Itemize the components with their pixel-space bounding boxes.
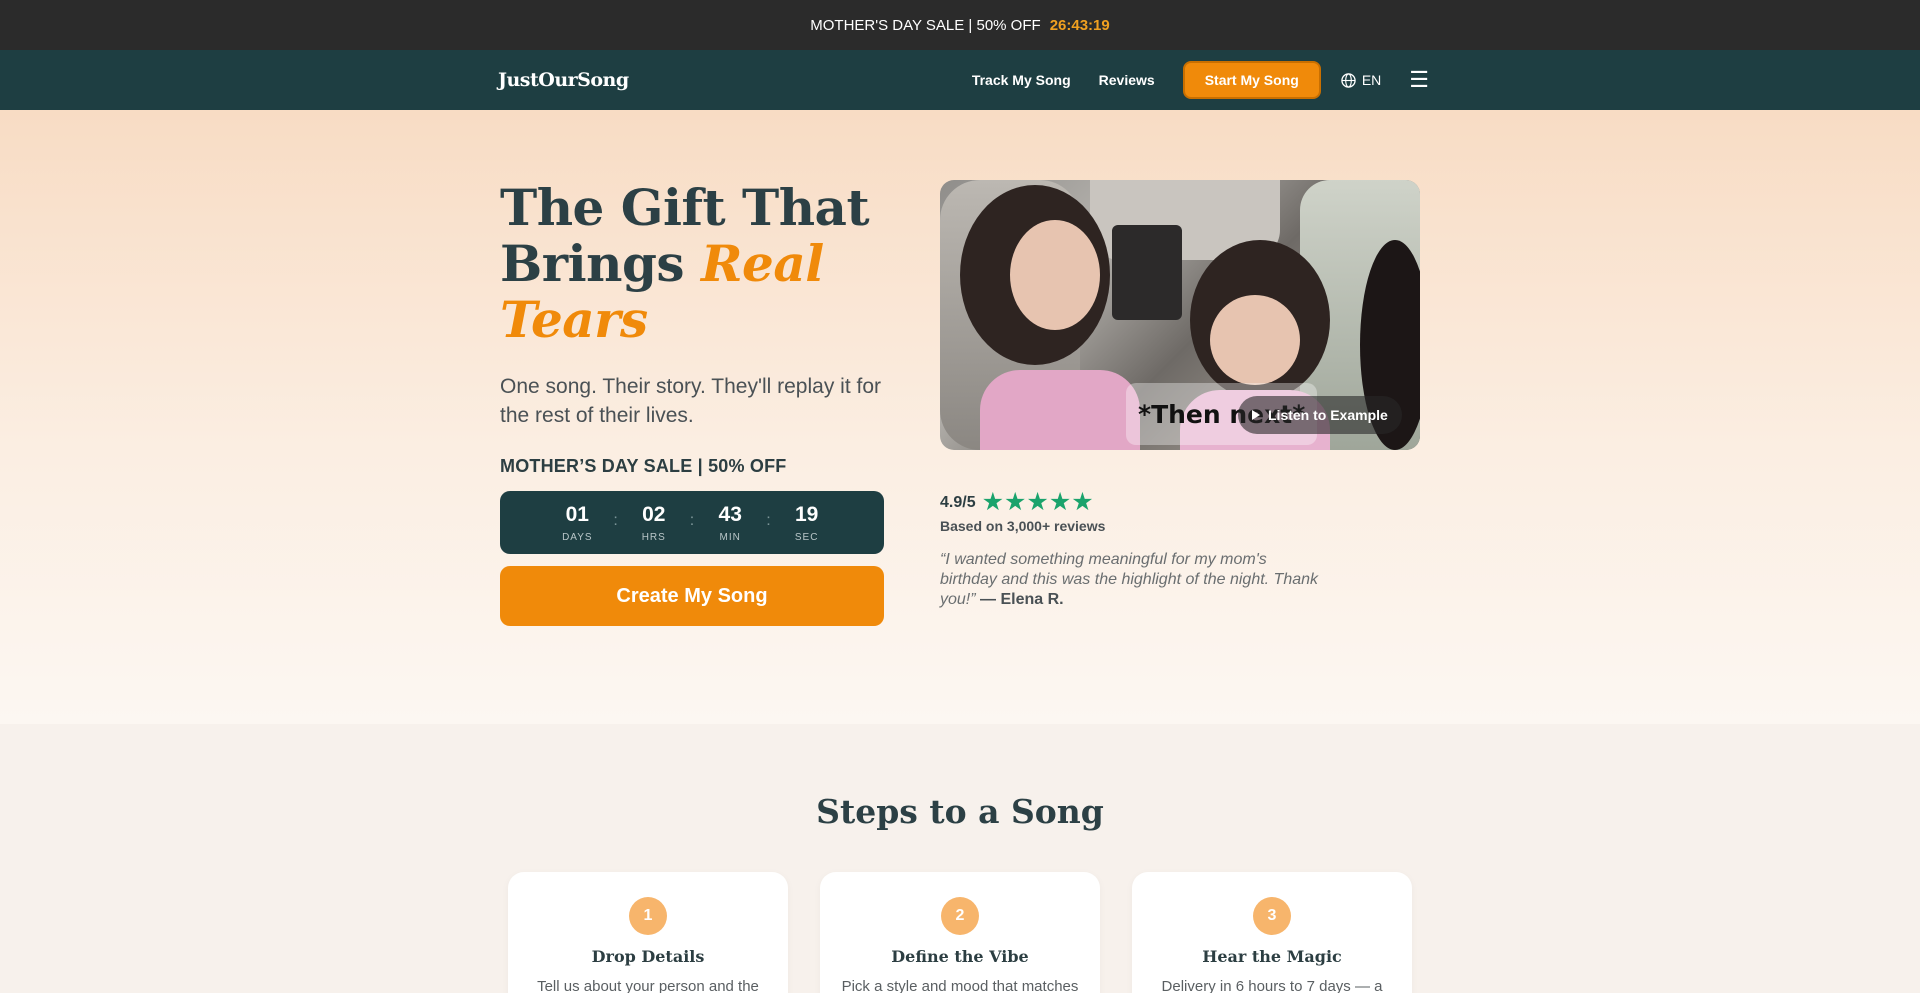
- hero-subtitle: One song. Their story. They'll replay it…: [500, 375, 882, 427]
- countdown-separator: :: [766, 511, 771, 529]
- steps-section: Steps to a Song 1 Drop Details Tell us a…: [0, 724, 1920, 993]
- countdown-value: 19: [794, 502, 819, 526]
- countdown-label: HRS: [641, 531, 666, 543]
- globe-icon: [1341, 72, 1356, 88]
- step-card: 2 Define the Vibe Pick a style and mood …: [820, 872, 1100, 993]
- star-rating-icon: ★★★★★: [981, 488, 1094, 516]
- start-my-song-button[interactable]: Start My Song: [1182, 61, 1321, 99]
- countdown-separator: :: [613, 511, 618, 529]
- rating-score: 4.9/5: [940, 493, 976, 511]
- countdown-value: 01: [565, 502, 589, 526]
- promo-timer: 26:43:19: [1049, 16, 1110, 34]
- step-number-badge: 3: [1253, 897, 1291, 935]
- countdown-label: MIN: [719, 531, 741, 543]
- video-scene: [980, 370, 1140, 450]
- hero-section: The Gift That Brings Real Tears One song…: [0, 110, 1920, 724]
- hero-title-line-1: The Gift That: [500, 178, 870, 237]
- step-card: 3 Hear the Magic Delivery in 6 hours to …: [1132, 872, 1412, 993]
- countdown-seconds: 19 SEC: [783, 503, 831, 543]
- sale-label: MOTHER’S DAY SALE | 50% OFF: [500, 456, 787, 476]
- step-title: Hear the Magic: [1202, 947, 1342, 966]
- step-number-badge: 1: [629, 897, 667, 935]
- example-video[interactable]: *Then next* Listen to Example: [940, 180, 1420, 450]
- play-icon: [1252, 410, 1260, 420]
- language-label: EN: [1361, 72, 1382, 88]
- promo-text: MOTHER'S DAY SALE | 50% OFF: [810, 16, 1041, 34]
- step-text: Delivery in 6 hours to 7 days — a: [1161, 978, 1383, 993]
- testimonial: “I wanted something meaningful for my mo…: [940, 550, 1325, 610]
- countdown-label: SEC: [794, 531, 819, 543]
- countdown-separator: :: [689, 511, 695, 529]
- hamburger-menu-icon[interactable]: ☰: [1409, 69, 1429, 91]
- nav-link-reviews[interactable]: Reviews: [1099, 72, 1155, 88]
- listen-to-example-button[interactable]: Listen to Example: [1238, 396, 1402, 434]
- countdown-minutes: 43 MIN: [706, 503, 754, 543]
- video-scene: [1010, 220, 1100, 330]
- logo[interactable]: JustOurSong: [498, 69, 629, 91]
- step-number-badge: 2: [941, 897, 979, 935]
- countdown-days: 01 DAYS: [553, 503, 601, 543]
- hero-title: The Gift That Brings Real Tears: [500, 180, 910, 348]
- steps-cards: 1 Drop Details Tell us about your person…: [508, 872, 1444, 993]
- language-selector[interactable]: EN: [1341, 72, 1381, 88]
- countdown-label: DAYS: [562, 531, 593, 543]
- create-my-song-button[interactable]: Create My Song: [500, 566, 884, 626]
- hero-right: *Then next* Listen to Example 4.9/5 ★★★★…: [940, 180, 1420, 610]
- countdown-value: 43: [718, 502, 742, 526]
- testimonial-author: — Elena R.: [980, 591, 1064, 608]
- step-card: 1 Drop Details Tell us about your person…: [508, 872, 788, 993]
- nav-right: Track My Song Reviews Start My Song EN ☰: [972, 61, 1429, 99]
- video-scene: [1210, 295, 1300, 385]
- countdown-timer: 01 DAYS : 02 HRS : 43 MIN : 19 SEC: [500, 491, 884, 554]
- rating-count: Based on 3,000+ reviews: [940, 518, 1106, 534]
- step-text: Tell us about your person and the: [537, 978, 759, 993]
- rating-row: 4.9/5 ★★★★★: [940, 490, 1420, 515]
- steps-title: Steps to a Song: [816, 792, 1104, 831]
- listen-label: Listen to Example: [1268, 407, 1388, 423]
- hero-left: The Gift That Brings Real Tears One song…: [500, 180, 910, 626]
- step-title: Drop Details: [591, 947, 705, 966]
- countdown-hours: 02 HRS: [630, 503, 678, 543]
- video-scene: [1112, 225, 1182, 320]
- promo-bar: MOTHER'S DAY SALE | 50% OFF 26:43:19: [0, 0, 1920, 50]
- hero-title-line-2: Brings: [500, 234, 685, 293]
- countdown-value: 02: [642, 502, 666, 526]
- step-title: Define the Vibe: [891, 947, 1029, 966]
- nav-link-track-my-song[interactable]: Track My Song: [972, 72, 1071, 88]
- step-text: Pick a style and mood that matches: [841, 978, 1079, 993]
- navbar: JustOurSong Track My Song Reviews Start …: [0, 50, 1920, 110]
